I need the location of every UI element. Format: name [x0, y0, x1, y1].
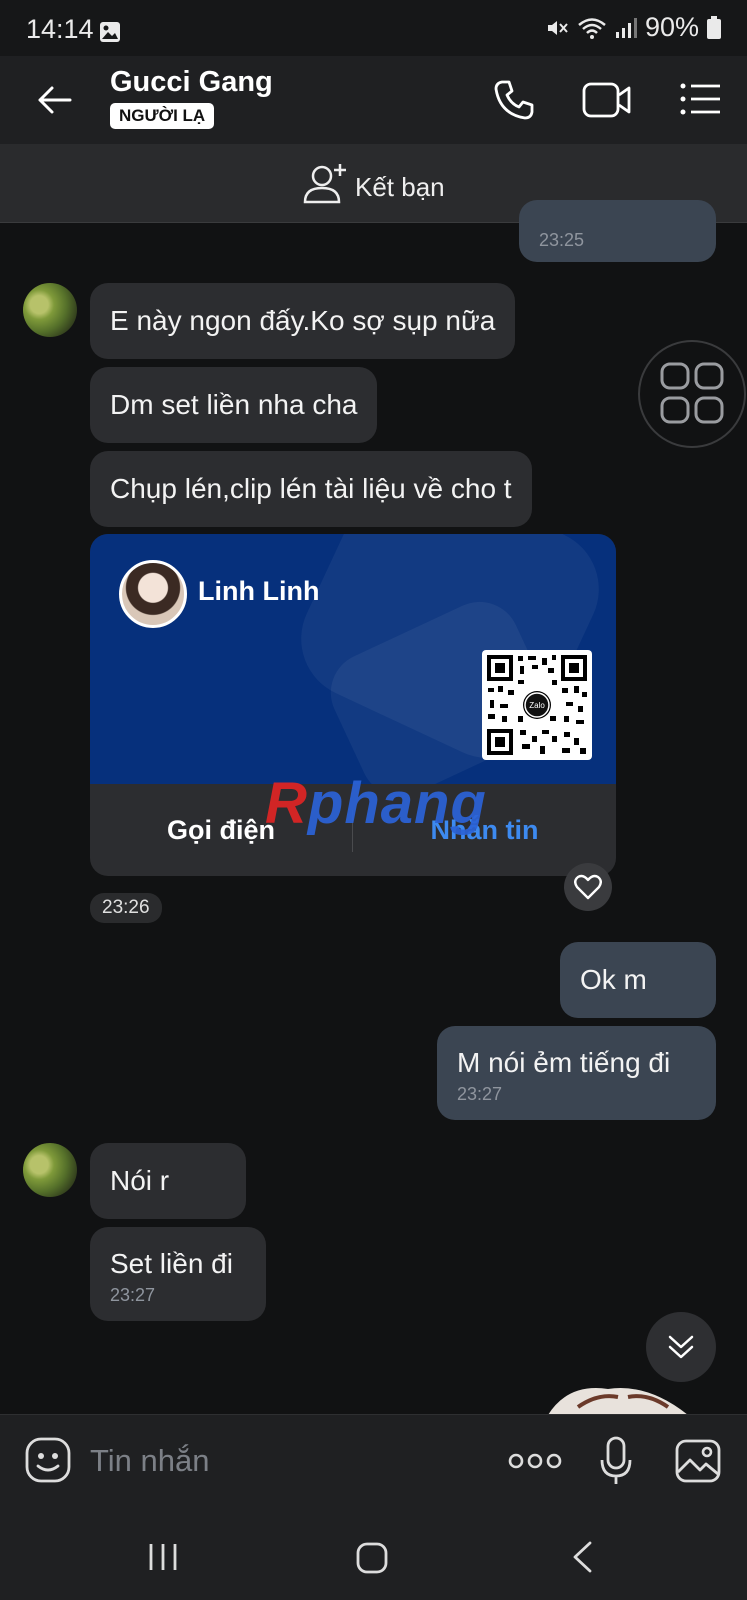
message-time-chip: 23:26	[90, 893, 162, 923]
phone-icon[interactable]	[492, 78, 536, 122]
mic-icon[interactable]	[599, 1436, 633, 1486]
chat-title[interactable]: Gucci Gang	[110, 66, 273, 99]
message-bubble-incoming[interactable]: Dm set liền nha cha	[90, 367, 378, 443]
video-icon[interactable]	[582, 80, 632, 120]
sticker-preview[interactable]	[548, 1385, 688, 1415]
gallery-notification-icon	[98, 20, 122, 44]
message-bubble-outgoing[interactable]: Ok m	[560, 942, 716, 1018]
signal-icon	[615, 16, 637, 40]
message-time: 23:27	[457, 1084, 503, 1104]
battery-percent: 90%	[644, 12, 699, 42]
watermark: Rphang	[265, 771, 487, 836]
message-text: Chụp lén,clip lén tài liệu về cho t	[110, 473, 512, 504]
contact-name: Linh Linh	[198, 576, 320, 606]
home-icon[interactable]	[356, 1542, 388, 1574]
status-time: 14:14	[26, 14, 94, 44]
add-friend-label[interactable]: Kết bạn	[355, 172, 445, 203]
message-bubble-incoming[interactable]: Nói r	[90, 1143, 246, 1219]
battery-icon	[707, 15, 721, 40]
back-arrow-icon[interactable]	[34, 80, 74, 120]
more-icon[interactable]	[508, 1450, 562, 1472]
message-text: Ok m	[580, 964, 647, 995]
contact-avatar[interactable]	[119, 560, 187, 628]
grid-icon[interactable]	[638, 340, 746, 448]
message-text: Set liền đi	[110, 1248, 233, 1279]
sender-avatar[interactable]	[23, 283, 77, 337]
message-time: 23:25	[539, 230, 585, 250]
heart-icon[interactable]	[564, 863, 612, 911]
double-chevron-down-icon[interactable]	[646, 1312, 716, 1382]
message-bubble-incoming[interactable]: Set liền đi 23:27	[90, 1227, 266, 1321]
add-friend-icon[interactable]	[302, 162, 348, 204]
status-indicators: 90%	[545, 12, 721, 43]
qr-badge-text: Zalo	[529, 701, 545, 710]
mute-icon	[545, 16, 569, 40]
recent-apps-icon[interactable]	[148, 1542, 178, 1572]
message-time: 23:27	[110, 1285, 156, 1305]
message-bubble-outgoing[interactable]: M nói ẻm tiếng đi 23:27	[437, 1026, 716, 1120]
message-text: Nói r	[110, 1165, 170, 1196]
sticker-icon[interactable]	[24, 1436, 72, 1484]
qr-code[interactable]: Zalo	[482, 650, 592, 760]
message-text: E này ngon đấy.Ko sợ sụp nữa	[110, 305, 496, 336]
message-bubble-incoming[interactable]: Chụp lén,clip lén tài liệu về cho t	[90, 451, 532, 527]
sender-avatar[interactable]	[23, 1143, 77, 1197]
menu-icon[interactable]	[680, 82, 722, 116]
back-nav-icon[interactable]	[570, 1540, 594, 1574]
contact-card-header: Linh Linh Zalo	[90, 534, 616, 784]
message-input[interactable]: Tin nhắn	[90, 1443, 210, 1479]
message-bubble-incoming[interactable]: E này ngon đấy.Ko sợ sụp nữa	[90, 283, 516, 359]
image-icon[interactable]	[674, 1438, 722, 1484]
message-text: M nói ẻm tiếng đi	[457, 1047, 671, 1078]
message-bubble-outgoing[interactable]: 23:25	[519, 200, 716, 262]
message-text: Dm set liền nha cha	[110, 389, 358, 420]
stranger-badge: NGƯỜI LẠ	[110, 103, 215, 129]
wifi-icon	[577, 16, 607, 40]
